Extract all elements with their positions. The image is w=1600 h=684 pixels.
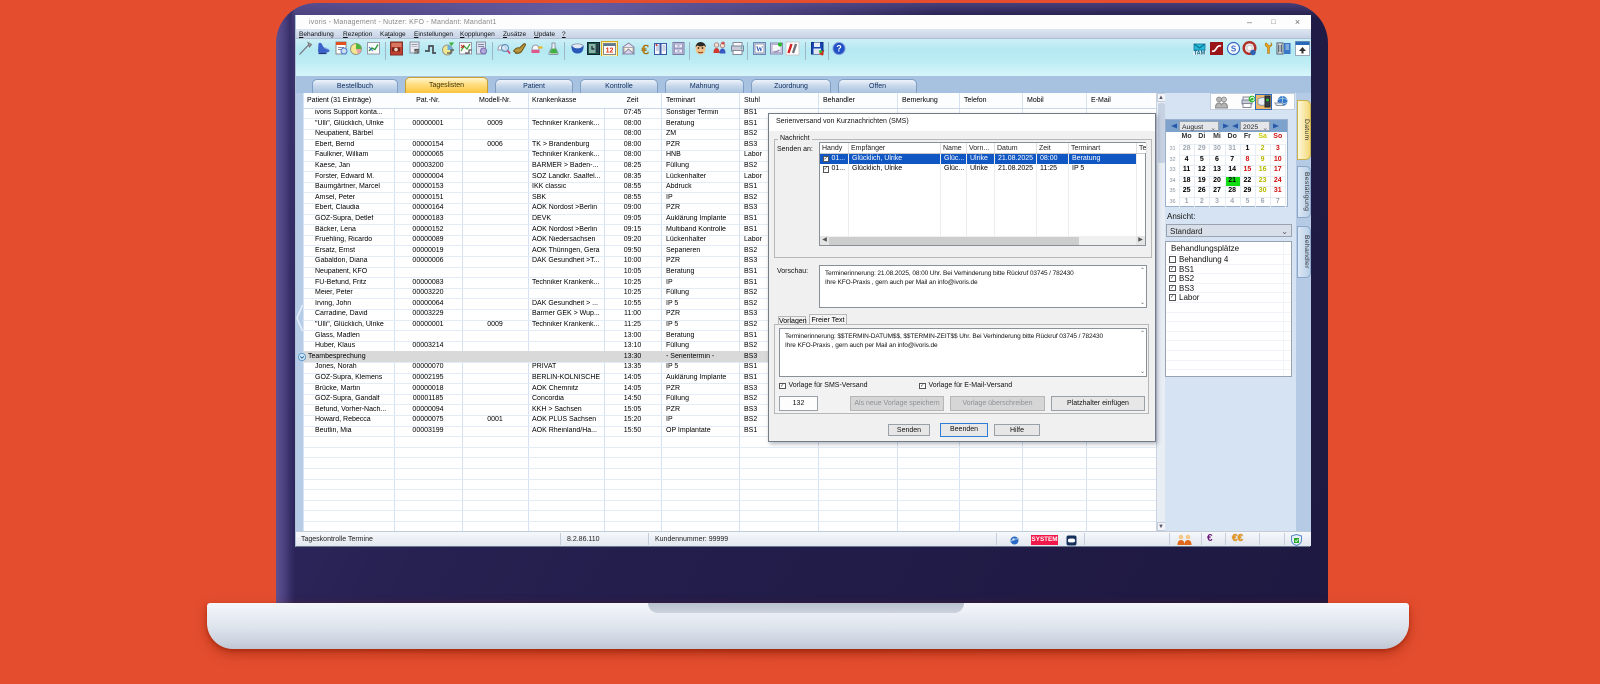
svg-text:?: ? (836, 44, 842, 54)
svg-text:W: W (756, 46, 763, 54)
svg-text:S: S (1231, 45, 1237, 54)
svg-text:€: € (642, 43, 649, 56)
svg-text:TAM: TAM (1194, 51, 1206, 57)
svg-text:12: 12 (606, 48, 614, 55)
